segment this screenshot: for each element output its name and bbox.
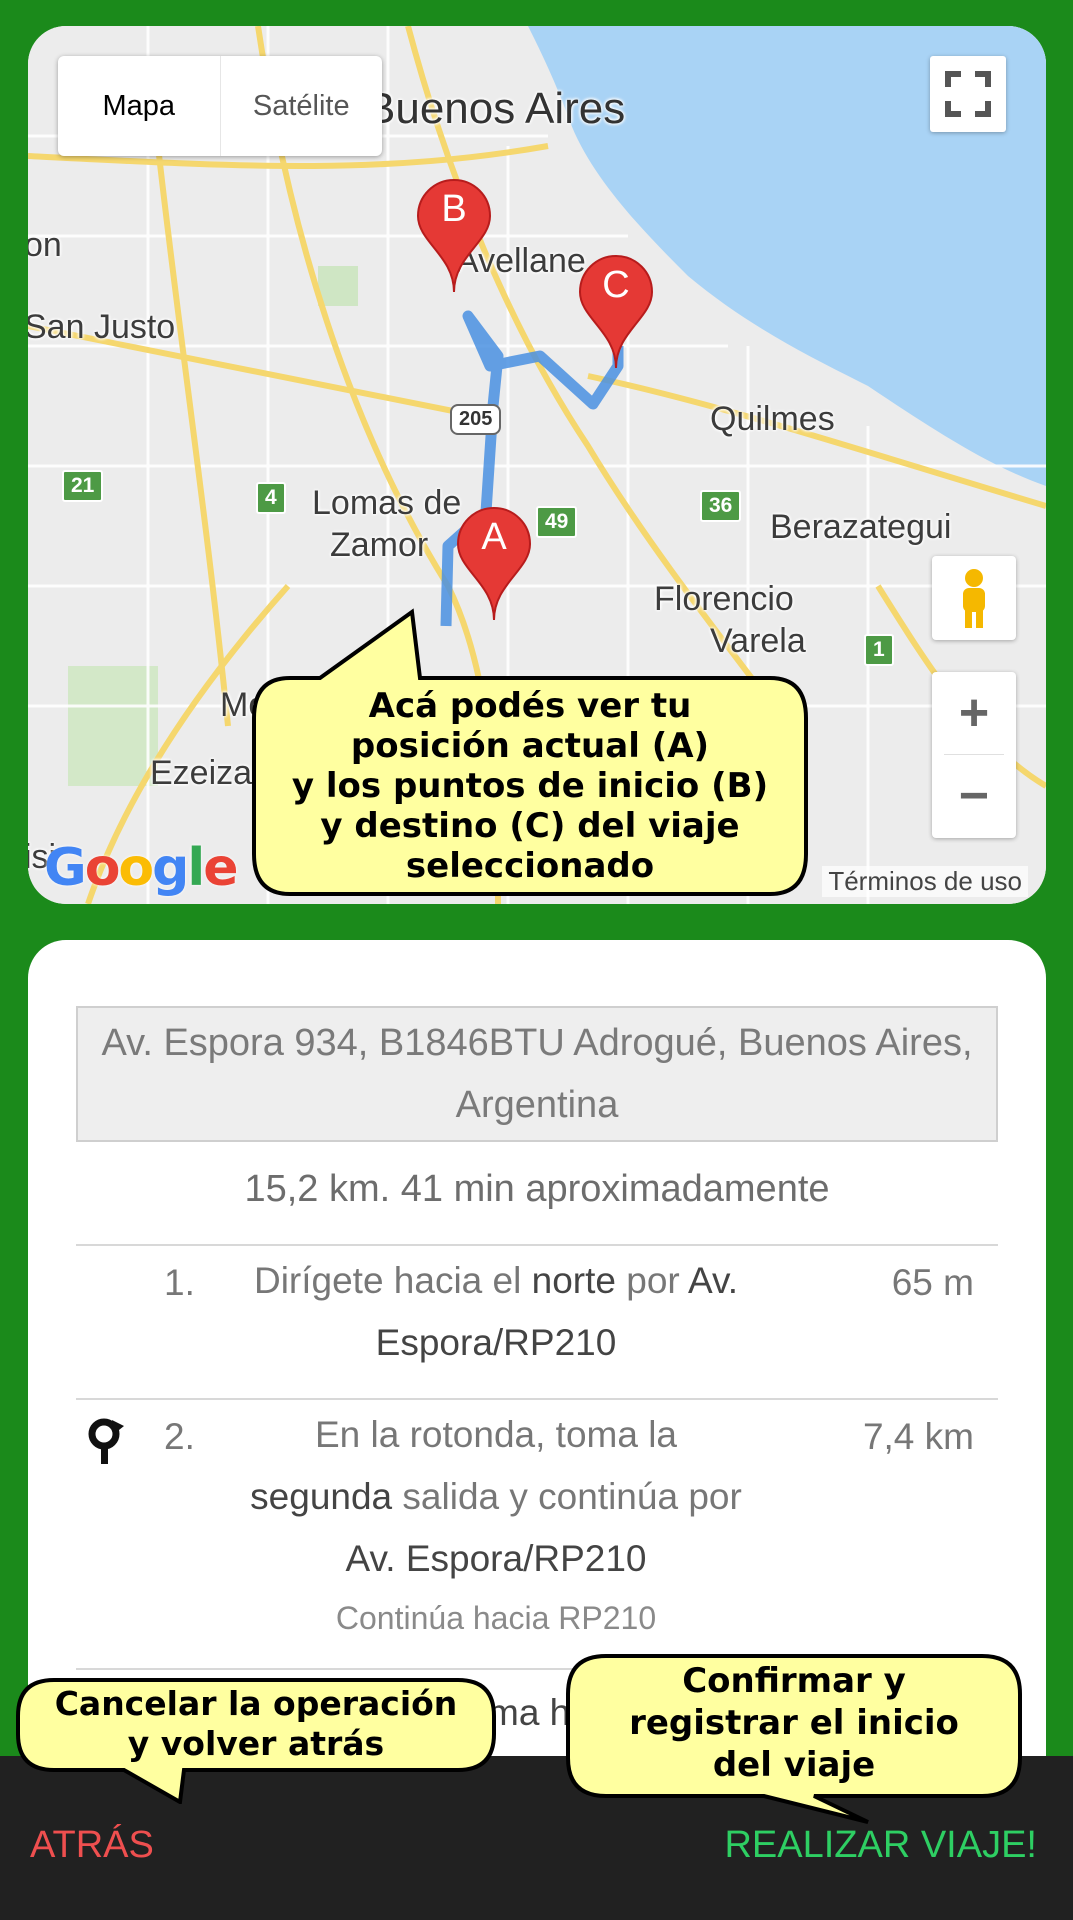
direction-step[interactable]: 1. Dirígete hacia el norte por Av. Espor… bbox=[76, 1260, 998, 1392]
map-label-quilmes: Quilmes bbox=[710, 400, 835, 438]
step-instruction: En la rotonda, toma la segunda salida y … bbox=[246, 1404, 746, 1646]
road-shield-1: 1 bbox=[864, 634, 894, 666]
map-label-berazategui: Berazategui bbox=[770, 508, 952, 546]
pegman-icon bbox=[963, 569, 985, 628]
marker-c[interactable]: C bbox=[578, 254, 654, 375]
confirm-hint-line: Confirmar y bbox=[682, 1661, 906, 1701]
start-trip-button[interactable]: REALIZAR VIAJE! bbox=[724, 1824, 1037, 1867]
map-hint-line: Acá podés ver tu bbox=[368, 686, 692, 726]
map-hint-line: seleccionado bbox=[405, 846, 655, 886]
confirm-hint-line: registrar el inicio bbox=[629, 1703, 959, 1743]
map-hint-line: y los puntos de inicio (B) bbox=[291, 766, 769, 806]
step-distance: 65 m bbox=[891, 1262, 974, 1303]
route-summary: 15,2 km. 41 min aproximadamente bbox=[244, 1168, 830, 1210]
road-shield-49: 49 bbox=[536, 506, 578, 538]
map-type-satellite-button[interactable]: Satélite bbox=[221, 56, 383, 156]
map-label-ezeiza: Ezeiza bbox=[150, 754, 253, 792]
step-number: 1. bbox=[164, 1262, 195, 1303]
direction-step[interactable]: 2. En la rotonda, toma la segunda salida… bbox=[76, 1414, 998, 1636]
back-hint-line: Cancelar la operación bbox=[54, 1684, 458, 1723]
map-hint-callout: Acá podés ver tu posición actual (A) y l… bbox=[250, 608, 810, 898]
step-instruction: Dirígete hacia el norte por Av. Espora/R… bbox=[253, 1260, 739, 1363]
road-shield-4: 4 bbox=[256, 482, 286, 514]
back-hint-callout: Cancelar la operación y volver atrás bbox=[14, 1676, 498, 1804]
step-note: Continúa hacia RP210 bbox=[335, 1600, 657, 1636]
map-type-map-button[interactable]: Mapa bbox=[58, 56, 221, 156]
zoom-out-button[interactable]: − bbox=[932, 755, 1016, 837]
map-label-partial: on bbox=[28, 226, 62, 264]
step-distance: 7,4 km bbox=[862, 1416, 974, 1457]
back-hint-line: y volver atrás bbox=[127, 1724, 385, 1763]
confirm-hint-callout: Confirmar y registrar el inicio del viaj… bbox=[564, 1652, 1024, 1824]
zoom-in-button[interactable]: + bbox=[932, 672, 1016, 754]
map-label-buenos-aires: Buenos Aires bbox=[366, 84, 626, 133]
marker-b[interactable]: B bbox=[416, 178, 492, 299]
destination-address: Av. Espora 934, B1846BTU Adrogué, Buenos… bbox=[76, 1006, 998, 1142]
road-shield-205: 205 bbox=[450, 404, 502, 435]
terms-of-use-link[interactable]: Términos de uso bbox=[822, 866, 1028, 897]
step-number: 2. bbox=[164, 1416, 195, 1457]
fullscreen-button[interactable] bbox=[930, 56, 1006, 132]
map-hint-line: posición actual (A) bbox=[350, 726, 710, 766]
marker-a-label: A bbox=[481, 516, 507, 558]
roundabout-icon bbox=[86, 1418, 126, 1471]
divider bbox=[76, 1398, 998, 1400]
fullscreen-icon bbox=[945, 71, 991, 117]
street-view-button[interactable] bbox=[932, 556, 1016, 640]
map-label-zamora: Zamor bbox=[330, 526, 429, 564]
map-label-lomas: Lomas de bbox=[312, 484, 462, 522]
road-shield-21: 21 bbox=[62, 470, 104, 502]
back-button[interactable]: ATRÁS bbox=[30, 1824, 154, 1867]
marker-c-label: C bbox=[602, 264, 630, 306]
confirm-hint-line: del viaje bbox=[712, 1745, 876, 1785]
marker-b-label: B bbox=[441, 188, 467, 230]
map-label-san-justo: San Justo bbox=[28, 308, 176, 346]
map-hint-line: y destino (C) del viaje bbox=[320, 806, 740, 846]
divider bbox=[76, 1244, 998, 1246]
road-shield-36: 36 bbox=[700, 490, 742, 522]
directions-card: Av. Espora 934, B1846BTU Adrogué, Buenos… bbox=[28, 940, 1046, 1760]
partial-step-text: ma h bbox=[488, 1692, 571, 1733]
map-type-control: Mapa Satélite bbox=[58, 56, 382, 156]
zoom-control: + − bbox=[932, 672, 1016, 838]
google-logo: Google bbox=[44, 838, 239, 898]
